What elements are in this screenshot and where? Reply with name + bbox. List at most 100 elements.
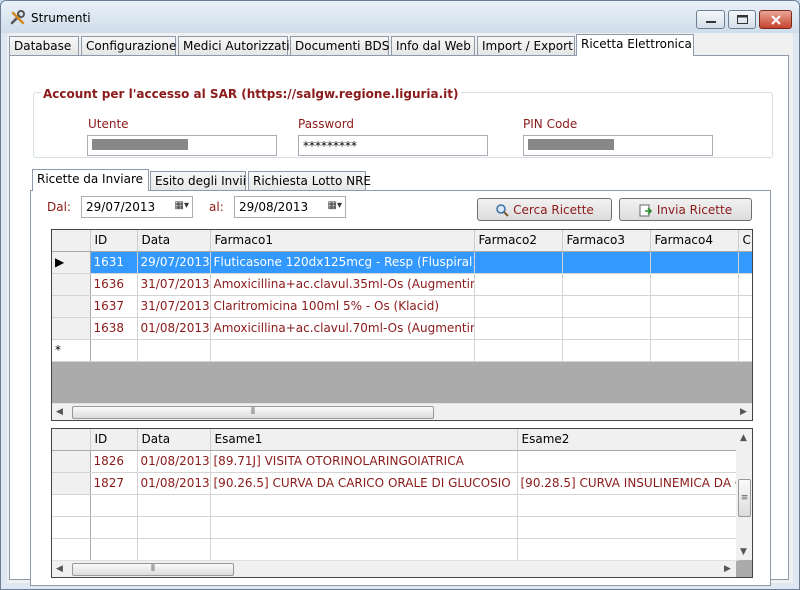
cell-data[interactable] bbox=[137, 494, 211, 517]
cell-farmaco2[interactable] bbox=[474, 317, 563, 340]
cell-farmaco3[interactable] bbox=[562, 273, 651, 296]
cell-farmaco3[interactable] bbox=[562, 317, 651, 340]
row-header[interactable] bbox=[52, 538, 91, 561]
minimize-button[interactable] bbox=[696, 10, 725, 29]
table-row[interactable] bbox=[52, 494, 739, 517]
row-header[interactable] bbox=[52, 450, 91, 473]
close-button[interactable] bbox=[759, 10, 792, 29]
cell-id[interactable] bbox=[90, 516, 138, 539]
from-date-picker[interactable]: 29/07/2013 ▦▾ bbox=[81, 196, 193, 218]
new-row[interactable]: * bbox=[52, 339, 752, 362]
cell-farmaco3[interactable] bbox=[562, 295, 651, 318]
cell-farmaco4[interactable] bbox=[650, 273, 739, 296]
row-header[interactable] bbox=[52, 516, 91, 539]
cell-data[interactable]: 31/07/2013 bbox=[137, 295, 211, 318]
scrollbar-thumb[interactable]: ⦀ bbox=[72, 563, 234, 576]
table-row[interactable]: 1637 31/07/2013 Claritromicina 100ml 5% … bbox=[52, 295, 752, 318]
cell-c[interactable] bbox=[738, 251, 752, 274]
tab-info-dal-web[interactable]: Info dal Web bbox=[391, 36, 475, 56]
cell-esame1[interactable] bbox=[210, 494, 518, 517]
column-header-id[interactable]: ID bbox=[90, 230, 138, 252]
row-header[interactable] bbox=[52, 494, 91, 517]
search-prescriptions-button[interactable]: Cerca Ricette bbox=[477, 198, 612, 221]
cell-data[interactable]: 01/08/2013 bbox=[137, 472, 211, 495]
cell-esame1[interactable] bbox=[210, 516, 518, 539]
cell-farmaco4[interactable] bbox=[650, 295, 739, 318]
horizontal-scrollbar[interactable]: ◀ ⦀ ▶ bbox=[52, 560, 736, 577]
scroll-left-icon[interactable]: ◀ bbox=[56, 407, 63, 417]
cell-esame1[interactable]: [89.71J] VISITA OTORINOLARINGOIATRICA bbox=[210, 450, 518, 473]
cell-farmaco1[interactable]: Amoxicillina+ac.clavul.35ml-Os (Augmenti… bbox=[210, 273, 475, 296]
cell-farmaco4[interactable] bbox=[650, 339, 739, 362]
cell-farmaco2[interactable] bbox=[474, 295, 563, 318]
user-field[interactable] bbox=[87, 135, 277, 156]
tab-import-export[interactable]: Import / Export bbox=[477, 36, 575, 56]
table-row[interactable] bbox=[52, 538, 739, 561]
cell-data[interactable] bbox=[137, 538, 211, 561]
cell-farmaco4[interactable] bbox=[650, 251, 739, 274]
prescriptions-grid[interactable]: ID Data Farmaco1 Farmaco2 Farmaco3 Farma… bbox=[51, 229, 753, 421]
cell-esame2[interactable] bbox=[517, 450, 739, 473]
cell-id[interactable] bbox=[90, 339, 138, 362]
title-bar[interactable]: Strumenti bbox=[1, 1, 799, 33]
scrollbar-thumb[interactable]: ⦀ bbox=[72, 406, 434, 419]
row-header[interactable] bbox=[52, 273, 91, 296]
cell-farmaco1[interactable]: Amoxicillina+ac.clavul.70ml-Os (Augmenti… bbox=[210, 317, 475, 340]
cell-id[interactable]: 1826 bbox=[90, 450, 138, 473]
cell-esame2[interactable] bbox=[517, 538, 739, 561]
maximize-button[interactable] bbox=[728, 10, 756, 29]
tab-ricette-da-inviare[interactable]: Ricette da Inviare bbox=[32, 169, 149, 191]
calendar-dropdown-icon[interactable]: ▦▾ bbox=[175, 200, 189, 211]
cell-data[interactable]: 01/08/2013 bbox=[137, 317, 211, 340]
cell-data[interactable] bbox=[137, 516, 211, 539]
tab-documenti-bds[interactable]: Documenti BDS bbox=[290, 36, 389, 56]
table-row[interactable]: 1826 01/08/2013 [89.71J] VISITA OTORINOL… bbox=[52, 450, 739, 473]
exams-grid[interactable]: ID Data Esame1 Esame2 1826 01/08/2013 [8… bbox=[51, 428, 753, 578]
column-header-data[interactable]: Data bbox=[137, 429, 211, 451]
scroll-left-icon[interactable]: ◀ bbox=[56, 564, 63, 574]
cell-farmaco3[interactable] bbox=[562, 339, 651, 362]
table-row[interactable]: 1827 01/08/2013 [90.26.5] CURVA DA CARIC… bbox=[52, 472, 739, 495]
scroll-up-icon[interactable]: ▲ bbox=[740, 433, 747, 443]
column-header-data[interactable]: Data bbox=[137, 230, 211, 252]
cell-farmaco1[interactable]: Fluticasone 120dx125mcg - Resp (Fluspira… bbox=[210, 251, 475, 274]
tab-esito-degli-invii[interactable]: Esito degli Invii bbox=[150, 171, 246, 191]
column-header-c[interactable]: C bbox=[738, 230, 752, 252]
cell-c[interactable] bbox=[738, 273, 752, 296]
cell-data[interactable]: 01/08/2013 bbox=[137, 450, 211, 473]
cell-c[interactable] bbox=[738, 339, 752, 362]
horizontal-scrollbar[interactable]: ◀ ⦀ ▶ bbox=[52, 403, 752, 420]
cell-id[interactable] bbox=[90, 538, 138, 561]
cell-data[interactable] bbox=[137, 339, 211, 362]
row-header[interactable] bbox=[52, 472, 91, 495]
cell-c[interactable] bbox=[738, 295, 752, 318]
table-row[interactable]: 1638 01/08/2013 Amoxicillina+ac.clavul.7… bbox=[52, 317, 752, 340]
pin-field[interactable] bbox=[523, 135, 713, 156]
cell-farmaco2[interactable] bbox=[474, 251, 563, 274]
send-prescriptions-button[interactable]: Invia Ricette bbox=[619, 198, 752, 221]
cell-farmaco1[interactable] bbox=[210, 339, 475, 362]
column-header-farmaco1[interactable]: Farmaco1 bbox=[210, 230, 475, 252]
cell-esame2[interactable]: [90.28.5] CURVA INSULINEMICA DA C bbox=[517, 472, 739, 495]
vertical-scrollbar[interactable]: ▲ ≡ ▼ bbox=[736, 429, 752, 560]
cell-farmaco4[interactable] bbox=[650, 317, 739, 340]
column-header-esame1[interactable]: Esame1 bbox=[210, 429, 518, 451]
tab-richiesta-lotto-nre[interactable]: Richiesta Lotto NRE bbox=[248, 171, 371, 191]
tab-medici-autorizzati[interactable]: Medici Autorizzati bbox=[178, 36, 290, 56]
table-row[interactable]: 1636 31/07/2013 Amoxicillina+ac.clavul.3… bbox=[52, 273, 752, 296]
row-header[interactable] bbox=[52, 317, 91, 340]
scroll-down-icon[interactable]: ▼ bbox=[740, 547, 747, 557]
column-header-farmaco2[interactable]: Farmaco2 bbox=[474, 230, 563, 252]
cell-c[interactable] bbox=[738, 317, 752, 340]
cell-id[interactable]: 1636 bbox=[90, 273, 138, 296]
cell-data[interactable]: 31/07/2013 bbox=[137, 273, 211, 296]
cell-farmaco2[interactable] bbox=[474, 339, 563, 362]
cell-esame2[interactable] bbox=[517, 516, 739, 539]
tab-configurazione[interactable]: Configurazione bbox=[81, 36, 176, 56]
scroll-right-icon[interactable]: ▶ bbox=[740, 407, 747, 417]
cell-id[interactable]: 1827 bbox=[90, 472, 138, 495]
cell-esame2[interactable] bbox=[517, 494, 739, 517]
row-header[interactable] bbox=[52, 295, 91, 318]
column-header-esame2[interactable]: Esame2 bbox=[517, 429, 739, 451]
scroll-right-icon[interactable]: ▶ bbox=[724, 564, 731, 574]
